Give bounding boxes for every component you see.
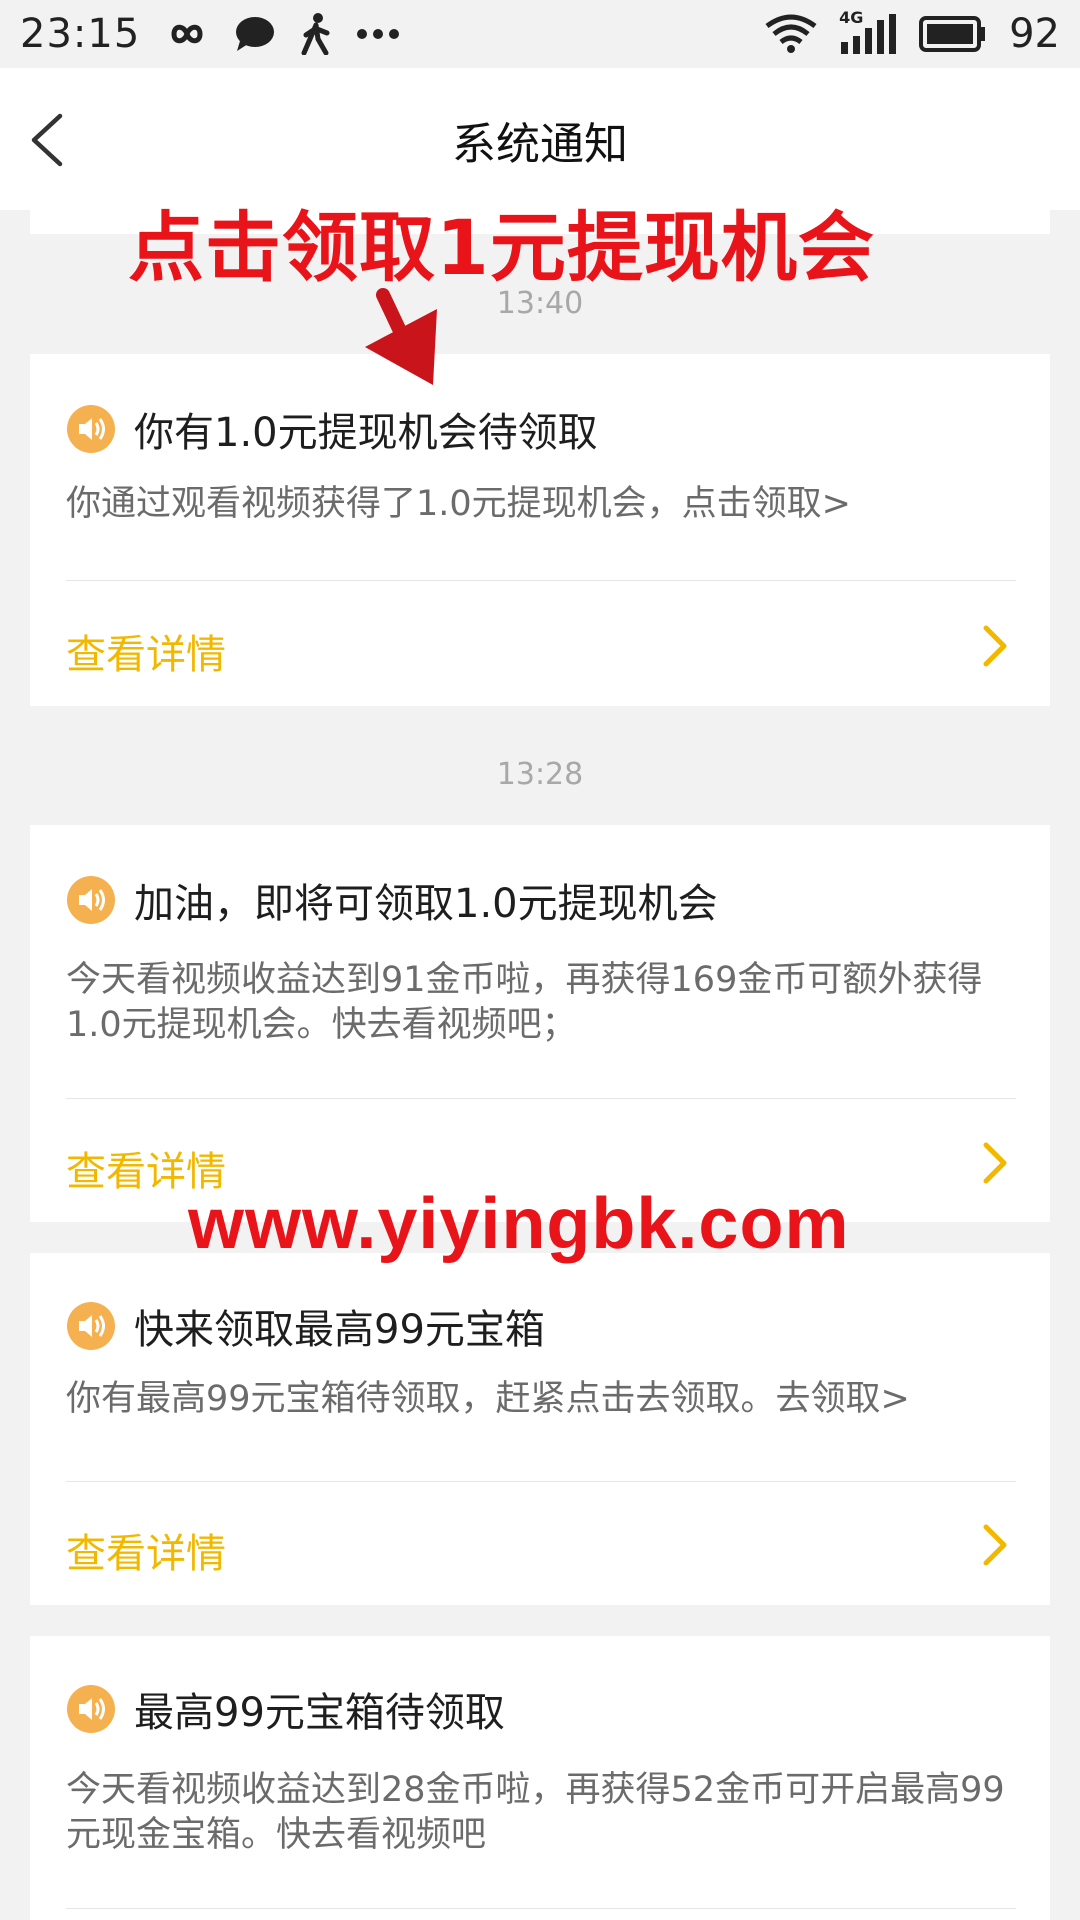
card-header: 你有1.0元提现机会待领取 xyxy=(66,400,598,458)
status-left: 23:15 xyxy=(20,11,400,57)
watermark-text: www.yiyingbk.com xyxy=(188,1184,850,1264)
promo-overlay-text: 点击领取1元提现机会 xyxy=(128,203,875,292)
red-arrow-icon xyxy=(365,288,437,385)
card-title: 加油，即将可领取1.0元提现机会 xyxy=(134,881,718,927)
timestamp: 13:28 xyxy=(496,757,584,792)
status-bar: 23:15 4G 92 xyxy=(0,0,1080,68)
battery-icon xyxy=(919,16,986,52)
more-dots-icon xyxy=(357,29,400,39)
chat-bubble-icon xyxy=(236,17,275,51)
status-time: 23:15 xyxy=(20,11,141,57)
card-body: 你通过观看视频获得了1.0元提现机会，点击领取> xyxy=(66,484,851,524)
battery-level: 92 xyxy=(1009,11,1060,57)
card-header: 快来领取最高99元宝箱 xyxy=(66,1297,545,1355)
view-details-link[interactable]: 查看详情 xyxy=(66,622,226,680)
notification-card[interactable]: 最高99元宝箱待领取 今天看视频收益达到28金币啦，再获得52金币可开启最高99… xyxy=(30,1636,1050,1920)
card-title: 你有1.0元提现机会待领取 xyxy=(134,410,598,456)
card-body: 今天看视频收益达到28金币啦，再获得52金币可开启最高99元现金宝箱。快去看视频… xyxy=(66,1770,1005,1855)
card-title: 最高99元宝箱待领取 xyxy=(134,1690,505,1736)
notification-card[interactable]: 快来领取最高99元宝箱 你有最高99元宝箱待领取，赶紧点击去领取。去领取> 查看… xyxy=(30,1253,1050,1605)
card-divider xyxy=(66,580,1016,581)
card-title: 快来领取最高99元宝箱 xyxy=(134,1307,545,1353)
card-header: 加油，即将可领取1.0元提现机会 xyxy=(66,871,718,929)
speaker-icon xyxy=(67,405,115,453)
card-divider xyxy=(66,1481,1016,1482)
card-body: 你有最高99元宝箱待领取，赶紧点击去领取。去领取> xyxy=(66,1379,910,1419)
notification-card[interactable]: 加油，即将可领取1.0元提现机会 今天看视频收益达到91金币啦，再获得169金币… xyxy=(30,825,1050,1222)
speaker-icon xyxy=(67,1302,115,1350)
screen: 23:15 4G 92 系统通知 点击领取1元提现机会 13:40 你有1.0元… xyxy=(0,0,1080,1920)
chevron-right-icon[interactable] xyxy=(980,1141,1010,1185)
signal-group: 4G xyxy=(839,8,897,54)
wifi-icon xyxy=(765,14,817,53)
walking-person-icon xyxy=(301,13,330,55)
chevron-right-icon[interactable] xyxy=(980,624,1010,668)
card-divider xyxy=(66,1908,1016,1909)
speaker-icon xyxy=(67,876,115,924)
status-right: 4G 92 xyxy=(765,8,1060,57)
card-divider xyxy=(66,1098,1016,1099)
card-body: 今天看视频收益达到91金币啦，再获得169金币可额外获得1.0元提现机会。快去看… xyxy=(66,960,983,1045)
chevron-right-icon[interactable] xyxy=(980,1523,1010,1567)
view-details-link[interactable]: 查看详情 xyxy=(66,1521,226,1579)
speaker-icon xyxy=(67,1685,115,1733)
page-title: 系统通知 xyxy=(452,119,628,170)
signal-icon xyxy=(841,14,897,54)
notification-card[interactable]: 你有1.0元提现机会待领取 你通过观看视频获得了1.0元提现机会，点击领取> 查… xyxy=(30,354,1050,706)
infinity-icon xyxy=(171,24,203,44)
card-header: 最高99元宝箱待领取 xyxy=(66,1680,505,1738)
